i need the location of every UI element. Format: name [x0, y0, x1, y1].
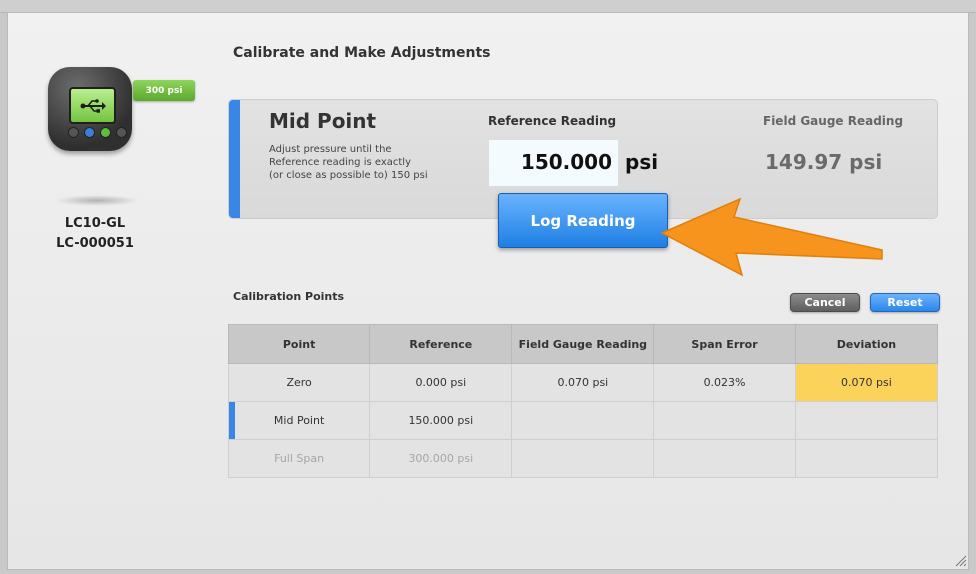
table-cell: 0.070 psi — [511, 363, 655, 402]
reset-button[interactable]: Reset — [870, 293, 940, 312]
resize-grip-icon[interactable] — [955, 555, 967, 567]
reference-reading-unit: psi — [625, 150, 659, 174]
table-cell: Full Span — [227, 439, 371, 478]
table-row-active[interactable]: Mid Point 150.000 psi — [227, 401, 939, 440]
column-header: Span Error — [653, 324, 796, 364]
deviation-cell-highlighted: 0.070 psi — [794, 363, 939, 402]
table-cell: 150.000 psi — [369, 401, 513, 440]
step-accent-bar — [229, 100, 240, 218]
indicator-dot — [100, 127, 111, 138]
table-cell: 0.000 psi — [369, 363, 513, 402]
column-header: Reference — [369, 324, 513, 364]
device-serial: LC-000051 — [56, 236, 134, 251]
range-badge: 300 psi — [133, 80, 195, 101]
table-cell — [653, 401, 796, 440]
table-cell — [794, 401, 939, 440]
device-image — [48, 67, 132, 151]
step-instructions: Adjust pressure until the Reference read… — [269, 143, 469, 182]
table-cell: Mid Point — [227, 401, 371, 440]
pointer-arrow-icon — [660, 197, 883, 277]
device-shadow — [55, 195, 139, 206]
instruction-line: (or close as possible to) 150 psi — [269, 170, 428, 181]
field-gauge-value: 149.97 psi — [765, 150, 883, 174]
cancel-button[interactable]: Cancel — [790, 293, 860, 312]
table-header-row: Point Reference Field Gauge Reading Span… — [227, 324, 939, 364]
step-title: Mid Point — [269, 109, 377, 133]
table-cell: 0.023% — [653, 363, 796, 402]
table-cell — [794, 439, 939, 478]
instruction-line: Adjust pressure until the — [269, 144, 392, 155]
field-gauge-label: Field Gauge Reading — [763, 114, 904, 128]
device-screen — [69, 87, 116, 124]
indicator-dot — [116, 127, 127, 138]
reference-reading-value: 150.000 — [520, 150, 612, 174]
indicator-dot — [68, 127, 79, 138]
table-cell — [511, 401, 655, 440]
instruction-line: Reference reading is exactly — [269, 157, 412, 168]
log-reading-button[interactable]: Log Reading — [498, 193, 668, 248]
table-cell — [511, 439, 655, 478]
column-header: Deviation — [794, 324, 939, 364]
column-header: Point — [227, 324, 371, 364]
table-row[interactable]: Full Span 300.000 psi — [227, 439, 939, 478]
table-cell: Zero — [227, 363, 371, 402]
usb-icon — [80, 98, 106, 113]
table-cell: 300.000 psi — [369, 439, 513, 478]
device-indicator-dots — [68, 127, 127, 138]
column-header: Field Gauge Reading — [511, 324, 655, 364]
table-row[interactable]: Zero 0.000 psi 0.070 psi 0.023% 0.070 ps… — [227, 363, 939, 402]
device-model: LC10-GL — [64, 216, 126, 231]
calibration-points-title: Calibration Points — [233, 290, 345, 303]
reference-reading-label: Reference Reading — [488, 114, 617, 128]
reference-reading-display: 150.000 — [489, 140, 618, 186]
page-title: Calibrate and Make Adjustments — [233, 45, 491, 61]
table-cell — [653, 439, 796, 478]
calibration-table: Point Reference Field Gauge Reading Span… — [227, 324, 939, 478]
indicator-dot — [84, 127, 95, 138]
